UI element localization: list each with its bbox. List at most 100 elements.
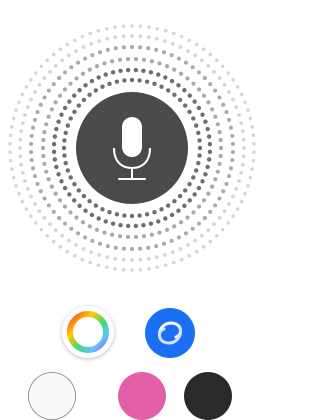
ring-dot (62, 204, 68, 209)
ring-dot (235, 85, 240, 89)
ring-dot (206, 157, 212, 162)
ring-dot (19, 129, 24, 134)
ring-dot (62, 87, 68, 92)
ring-dot (113, 25, 117, 29)
color-wheel-app-button[interactable] (62, 306, 114, 358)
ring-dot (34, 221, 38, 225)
ring-dot (110, 70, 116, 75)
ring-dot (114, 212, 120, 217)
ring-dot (197, 153, 202, 158)
ring-dot (138, 45, 143, 50)
blue-swirl-app-button[interactable] (145, 308, 195, 358)
ring-dot (17, 191, 21, 196)
ring-dot (191, 210, 196, 215)
ring-dot (14, 108, 18, 113)
ring-dot (234, 187, 239, 191)
ring-dot (29, 194, 33, 199)
ring-dot (196, 130, 201, 136)
ring-dot (220, 227, 225, 232)
ring-dot (100, 207, 105, 212)
ring-dot (125, 56, 131, 62)
ring-dot (169, 212, 175, 218)
ring-dot (205, 164, 210, 170)
microphone-button[interactable] (76, 92, 188, 204)
ring-dot (217, 76, 222, 81)
ring-dot (156, 219, 161, 224)
ring-dot (207, 141, 213, 147)
ring-dot (252, 150, 256, 155)
ring-dot (227, 117, 232, 122)
ring-dot (94, 227, 100, 232)
ring-dot (183, 231, 188, 236)
ring-dot (96, 75, 101, 80)
ring-dot (87, 67, 92, 72)
ring-dot (63, 130, 68, 136)
ring-dot (138, 246, 143, 251)
ring-dot (165, 203, 171, 208)
ring-dot (76, 231, 81, 236)
ring-dot (31, 166, 36, 171)
ring-dot (67, 99, 72, 104)
ring-dot (102, 61, 107, 66)
ring-dot (217, 215, 222, 220)
ring-dot (178, 247, 183, 251)
ring-dot (8, 158, 13, 163)
ring-dot (172, 224, 177, 229)
ring-dot (231, 77, 235, 82)
ring-dot (141, 222, 146, 228)
app-icon[interactable] (184, 372, 232, 420)
ring-dot (201, 244, 206, 249)
ring-dot (46, 88, 51, 93)
ring-dot (11, 175, 16, 180)
ring-dot (206, 64, 211, 68)
ring-dot (51, 141, 57, 147)
ring-dot (35, 110, 40, 115)
ring-dot (208, 52, 213, 57)
ring-dot (51, 149, 57, 155)
ring-dot (103, 219, 108, 224)
app-icon[interactable] (118, 372, 166, 420)
ring-dot (221, 102, 226, 107)
ring-dot (58, 244, 63, 249)
ring-dot (88, 31, 93, 36)
ring-dot (80, 220, 86, 225)
ring-dot (113, 267, 117, 271)
ring-dot (163, 39, 167, 43)
ring-dot (89, 212, 95, 218)
ring-dot (237, 179, 241, 183)
ring-dot (23, 179, 27, 183)
ring-dot (61, 145, 67, 151)
ring-dot (10, 167, 14, 171)
app-icon[interactable] (28, 372, 76, 420)
ring-dot (37, 209, 42, 213)
ring-dot (178, 220, 184, 225)
ring-dot (29, 150, 34, 155)
ring-dot (105, 36, 109, 41)
ring-dot (243, 191, 247, 196)
ring-dot (110, 59, 115, 64)
ring-dot (44, 122, 49, 127)
ring-dot (121, 257, 126, 262)
ring-dot (169, 78, 175, 84)
ring-dot (187, 93, 192, 98)
ring-dot (194, 249, 199, 254)
ring-dot (196, 105, 202, 111)
ring-dot (56, 119, 61, 124)
ring-dot (239, 92, 244, 97)
ring-dot (191, 175, 196, 180)
ring-dot (122, 78, 127, 83)
ring-dot (102, 230, 107, 235)
ring-dot (68, 210, 73, 215)
ring-dot (196, 204, 202, 209)
ring-dot (57, 215, 62, 220)
ring-dot (196, 70, 201, 75)
ring-dot (81, 45, 86, 49)
ring-dot (51, 52, 56, 57)
ring-dot (20, 92, 25, 97)
ring-dot (97, 253, 101, 257)
ring-dot (121, 24, 126, 29)
ring-dot (45, 58, 50, 63)
ring-dot (172, 67, 177, 72)
ring-dot (171, 41, 175, 46)
ring-dot (239, 199, 244, 204)
